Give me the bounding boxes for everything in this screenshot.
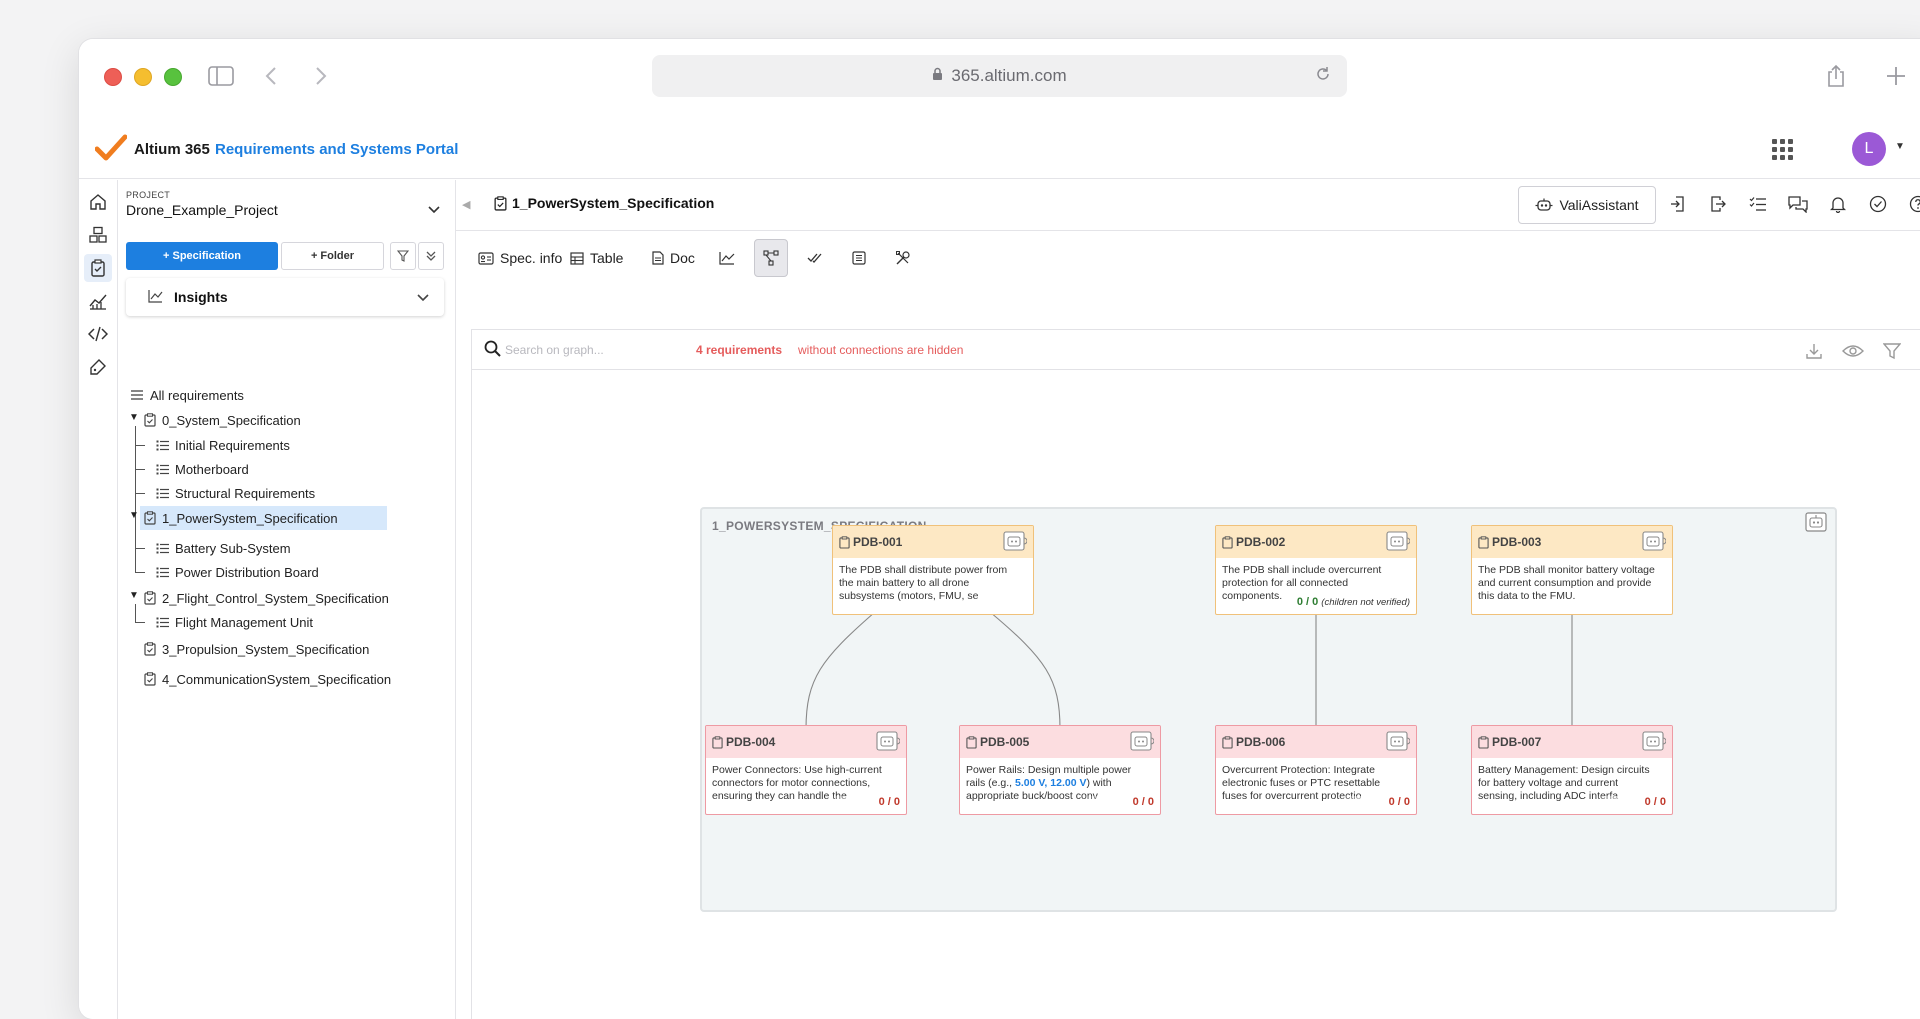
requirement-node[interactable]: PDB-004 Power Connectors: Use high-curre… bbox=[705, 725, 907, 815]
spec-clipboard-icon bbox=[1222, 736, 1233, 749]
node-description: The PDB shall monitor battery voltage an… bbox=[1478, 564, 1656, 603]
node-id: PDB-003 bbox=[1478, 535, 1541, 549]
voltage-value: 12.00 V bbox=[1050, 777, 1086, 789]
spec-clipboard-icon bbox=[1222, 536, 1233, 549]
node-id-text: PDB-004 bbox=[726, 735, 775, 749]
robot-icon[interactable] bbox=[1386, 531, 1410, 556]
node-verification-status: 0 / 0 bbox=[1130, 796, 1154, 808]
node-header: PDB-007 bbox=[1472, 726, 1672, 758]
status-value: 0 / 0 bbox=[1297, 596, 1318, 608]
node-id-text: PDB-005 bbox=[980, 735, 1029, 749]
node-header: PDB-003 bbox=[1472, 526, 1672, 558]
node-id: PDB-006 bbox=[1222, 735, 1285, 749]
node-id-text: PDB-003 bbox=[1492, 535, 1541, 549]
node-header: PDB-001 bbox=[833, 526, 1033, 558]
node-id-text: PDB-002 bbox=[1236, 535, 1285, 549]
browser-window: 365.altium.com Altium 365 Requirements a… bbox=[79, 39, 1920, 1019]
node-id: PDB-007 bbox=[1478, 735, 1541, 749]
spec-clipboard-icon bbox=[712, 736, 723, 749]
robot-icon[interactable] bbox=[1642, 531, 1666, 556]
requirement-node[interactable]: PDB-001 The PDB shall distribute power f… bbox=[832, 525, 1034, 615]
node-id: PDB-002 bbox=[1222, 535, 1285, 549]
requirement-node[interactable]: PDB-003 The PDB shall monitor battery vo… bbox=[1471, 525, 1673, 615]
node-verification-status: 0 / 0 bbox=[876, 796, 900, 808]
node-id: PDB-001 bbox=[839, 535, 902, 549]
robot-icon[interactable] bbox=[1642, 731, 1666, 756]
node-header: PDB-004 bbox=[706, 726, 906, 758]
voltage-value: 5.00 V bbox=[1015, 777, 1044, 789]
node-id: PDB-004 bbox=[712, 735, 775, 749]
node-header: PDB-005 bbox=[960, 726, 1160, 758]
spec-clipboard-icon bbox=[1478, 736, 1489, 749]
spec-clipboard-icon bbox=[966, 736, 977, 749]
edge-pdb001-pdb005 bbox=[990, 612, 1060, 729]
robot-icon[interactable] bbox=[876, 731, 900, 756]
status-note: (children not verified) bbox=[1321, 597, 1410, 608]
node-header: PDB-002 bbox=[1216, 526, 1416, 558]
requirement-node[interactable]: PDB-006 Overcurrent Protection: Integrat… bbox=[1215, 725, 1417, 815]
node-verification-status: 0 / 0 (children not verified) bbox=[1294, 596, 1410, 608]
robot-icon[interactable] bbox=[1003, 531, 1027, 556]
node-id-text: PDB-006 bbox=[1236, 735, 1285, 749]
node-id-text: PDB-007 bbox=[1492, 735, 1541, 749]
requirement-node[interactable]: PDB-005 Power Rails: Design multiple pow… bbox=[959, 725, 1161, 815]
node-verification-status: 0 / 0 bbox=[1642, 796, 1666, 808]
edge-pdb001-pdb004 bbox=[806, 612, 875, 729]
node-header: PDB-006 bbox=[1216, 726, 1416, 758]
requirement-node[interactable]: PDB-007 Battery Management: Design circu… bbox=[1471, 725, 1673, 815]
spec-clipboard-icon bbox=[839, 536, 850, 549]
node-id-text: PDB-001 bbox=[853, 535, 902, 549]
requirement-node[interactable]: PDB-002 The PDB shall include overcurren… bbox=[1215, 525, 1417, 615]
robot-icon[interactable] bbox=[1386, 731, 1410, 756]
node-id: PDB-005 bbox=[966, 735, 1029, 749]
spec-clipboard-icon bbox=[1478, 536, 1489, 549]
robot-icon[interactable] bbox=[1130, 731, 1154, 756]
node-verification-status: 0 / 0 bbox=[1386, 796, 1410, 808]
